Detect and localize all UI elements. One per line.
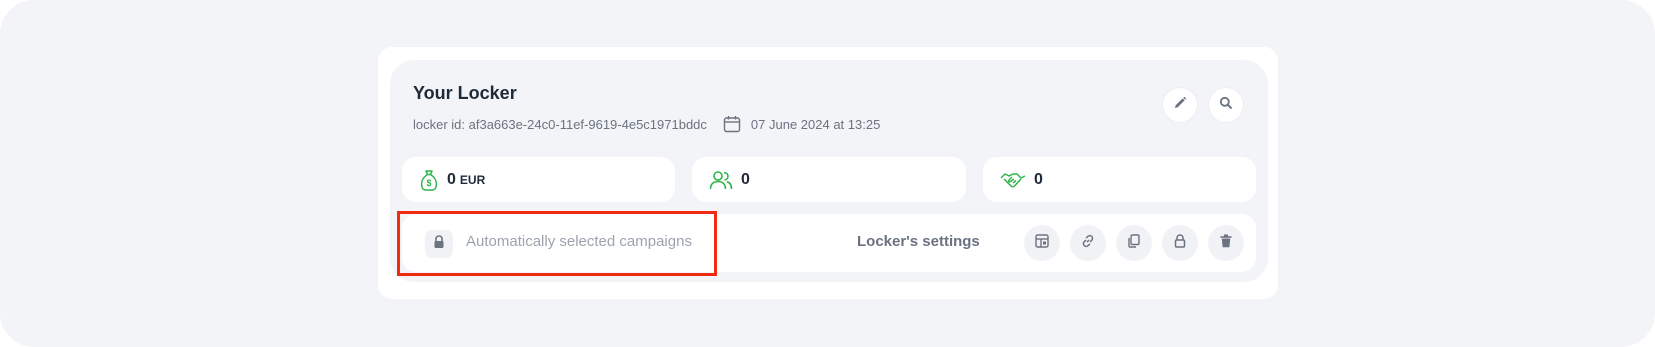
edit-button[interactable] xyxy=(1163,88,1197,122)
calendar-icon xyxy=(723,115,741,133)
link-icon xyxy=(1081,234,1095,253)
stat-deals: 0 xyxy=(983,157,1256,202)
stat-users-value: 0 xyxy=(741,170,750,188)
copy-icon xyxy=(1127,233,1141,253)
users-icon xyxy=(709,170,733,190)
handshake-icon xyxy=(1000,170,1026,190)
stat-earnings-unit: EUR xyxy=(459,172,486,187)
money-bag-icon: $ xyxy=(419,169,439,191)
stat-earnings-value: 0 xyxy=(447,170,456,188)
stat-users: 0 xyxy=(692,157,966,202)
delete-button[interactable] xyxy=(1208,225,1244,261)
stat-deals-value: 0 xyxy=(1034,170,1043,188)
locker-date: 07 June 2024 at 13:25 xyxy=(750,116,881,132)
svg-text:$: $ xyxy=(426,178,431,188)
locker-settings-label: Locker's settings xyxy=(857,233,980,250)
search-icon xyxy=(1219,96,1233,115)
lock-button[interactable] xyxy=(1162,225,1198,261)
search-button[interactable] xyxy=(1209,88,1243,122)
dashboard-icon xyxy=(1035,233,1049,253)
stat-earnings: $ 0 EUR xyxy=(402,157,675,202)
locker-id: locker id: af3a663e-24c0-11ef-9619-4e5c1… xyxy=(413,116,707,132)
duplicate-button[interactable] xyxy=(1116,225,1152,261)
highlight-box xyxy=(397,211,717,276)
locker-title: Your Locker xyxy=(413,83,517,103)
copy-link-button[interactable] xyxy=(1070,225,1106,261)
pencil-icon xyxy=(1173,96,1187,115)
trash-icon xyxy=(1220,234,1232,253)
locker-meta: locker id: af3a663e-24c0-11ef-9619-4e5c1… xyxy=(413,114,880,134)
lock-icon xyxy=(1174,233,1186,253)
analytics-button[interactable] xyxy=(1024,225,1060,261)
